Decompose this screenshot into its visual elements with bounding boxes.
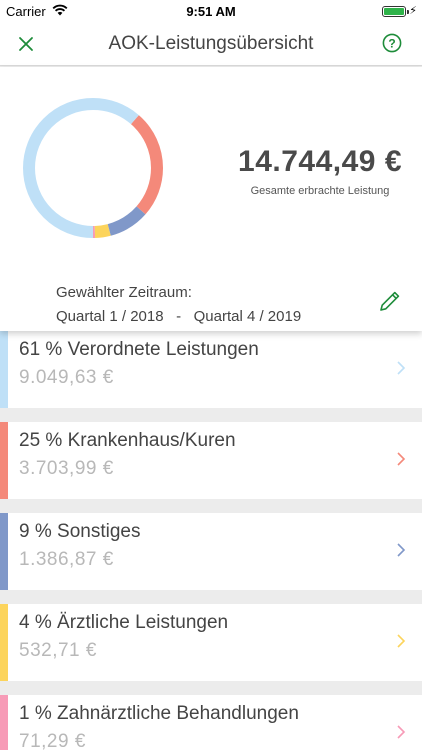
svg-text:?: ?: [388, 36, 395, 50]
total-amount: 14.744,49 €: [238, 145, 402, 178]
period-label: Gewählter Zeitraum:: [56, 284, 192, 301]
period-to: Quartal 4 / 2019: [193, 308, 302, 325]
category-color-stripe: [0, 513, 8, 590]
chevron-right-icon: [397, 725, 406, 739]
charging-icon: ⚡: [409, 5, 417, 17]
pencil-icon[interactable]: [378, 289, 402, 313]
category-amount: 9.049,63 €: [19, 367, 114, 388]
category-amount: 3.703,99 €: [19, 458, 114, 479]
chevron-right-icon: [397, 452, 406, 466]
category-color-stripe: [0, 331, 8, 408]
category-card-verordnet[interactable]: 61 % Verordnete Leistungen 9.049,63 €: [0, 331, 422, 408]
clock: 9:51 AM: [186, 4, 236, 19]
category-amount: 532,71 €: [19, 640, 97, 661]
period-separator: -: [176, 308, 182, 325]
period-range: Quartal 1 / 2018 - Quartal 4 / 2019: [56, 305, 301, 329]
period-block: Gewählter Zeitraum: Quartal 1 / 2018 - Q…: [56, 281, 301, 329]
category-label: 25 % Krankenhaus/Kuren: [19, 430, 236, 451]
category-label: 9 % Sonstiges: [19, 521, 141, 542]
navigation-bar: AOK-Leistungsübersicht ?: [0, 22, 422, 66]
summary-panel: 14.744,49 € Gesamte erbrachte Leistung G…: [0, 67, 422, 331]
category-amount: 71,29 €: [19, 731, 86, 750]
category-card-sonstiges[interactable]: 9 % Sonstiges 1.386,87 €: [0, 513, 422, 590]
status-bar: Carrier 9:51 AM ⚡: [0, 0, 422, 22]
category-list: 61 % Verordnete Leistungen 9.049,63 € 25…: [0, 331, 422, 750]
donut-chart: [23, 98, 163, 238]
category-color-stripe: [0, 695, 8, 750]
total-block: 14.744,49 € Gesamte erbrachte Leistung: [238, 145, 402, 197]
category-card-krankenhaus[interactable]: 25 % Krankenhaus/Kuren 3.703,99 €: [0, 422, 422, 499]
category-label: 4 % Ärztliche Leistungen: [19, 612, 229, 633]
chevron-right-icon: [397, 361, 406, 375]
help-icon[interactable]: ?: [382, 33, 402, 53]
category-card-zahnaerztlich[interactable]: 1 % Zahnärztliche Behandlungen 71,29 €: [0, 695, 422, 750]
category-amount: 1.386,87 €: [19, 549, 114, 570]
category-label: 1 % Zahnärztliche Behandlungen: [19, 703, 299, 724]
total-caption: Gesamte erbrachte Leistung: [250, 185, 390, 197]
page-title: AOK-Leistungsübersicht: [108, 33, 314, 54]
chevron-right-icon: [397, 543, 406, 557]
category-color-stripe: [0, 604, 8, 681]
battery-icon: [382, 6, 409, 17]
category-color-stripe: [0, 422, 8, 499]
period-from: Quartal 1 / 2018: [56, 308, 164, 325]
chevron-right-icon: [397, 634, 406, 648]
category-label: 61 % Verordnete Leistungen: [19, 339, 259, 360]
category-card-aerztlich[interactable]: 4 % Ärztliche Leistungen 532,71 €: [0, 604, 422, 681]
